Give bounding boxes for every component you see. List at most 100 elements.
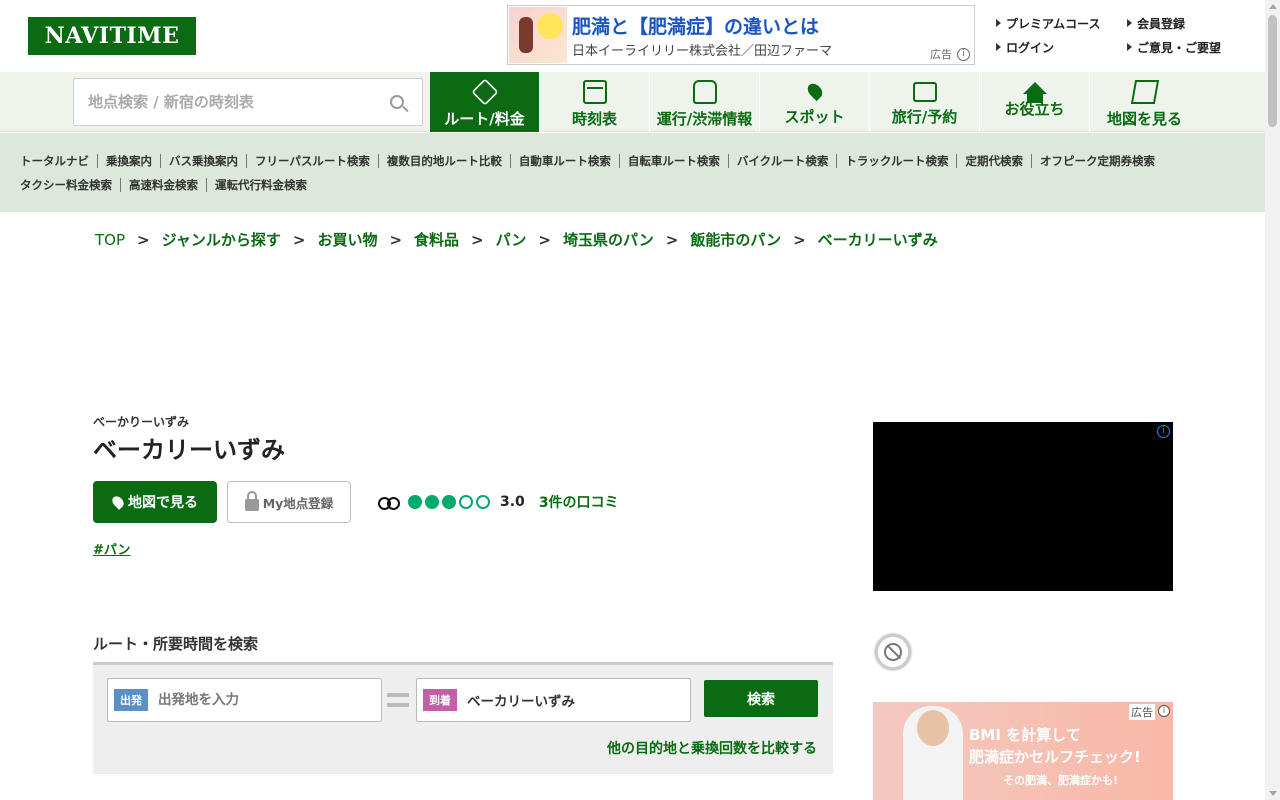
site-header: NAVITIME 肥満と【肥満症】の違いとは 日本イーライリリー株式会社／田辺フ… bbox=[0, 0, 1265, 72]
ad-doctor-image bbox=[903, 706, 963, 800]
ad-label: 広告 bbox=[1129, 704, 1155, 720]
sub-navigation: トータルナビ 乗換案内 バス乗換案内 フリーパスルート検索 複数目的地ルート比較… bbox=[0, 133, 1265, 212]
rating-bubble bbox=[408, 495, 422, 509]
video-ad[interactable]: i bbox=[873, 422, 1173, 591]
sublinks-row-1: トータルナビ 乗換案内 バス乗換案内 フリーパスルート検索 複数目的地ルート比較… bbox=[20, 154, 1163, 168]
breadcrumb-separator: > bbox=[471, 230, 484, 249]
banner-ad[interactable]: 肥満と【肥満症】の違いとは 日本イーライリリー株式会社／田辺ファーマ 広告 i bbox=[507, 5, 975, 65]
tripadvisor-rating[interactable]: 3.0 3件の口コミ bbox=[378, 492, 619, 512]
arrival-badge: 到着 bbox=[423, 689, 457, 711]
sublink-bicycle-route[interactable]: 自転車ルート検索 bbox=[618, 154, 728, 168]
map-pin-icon bbox=[110, 494, 126, 510]
lock-icon bbox=[244, 491, 259, 511]
sublink-bike-route[interactable]: バイクルート検索 bbox=[727, 154, 836, 168]
breadcrumb-separator: > bbox=[389, 230, 403, 249]
sublink-multi-destination[interactable]: 複数目的地ルート比較 bbox=[377, 154, 510, 168]
breadcrumb-item[interactable]: 埼玉県のパン bbox=[563, 229, 654, 250]
ad-label: 広告 bbox=[930, 48, 952, 61]
sublink-offpeak-pass[interactable]: オフピーク定期券検索 bbox=[1030, 154, 1163, 168]
departure-field[interactable]: 出発 bbox=[107, 678, 382, 722]
tab-route-fare[interactable]: ルート/料金 bbox=[429, 72, 539, 132]
place-search-box[interactable] bbox=[73, 78, 423, 126]
premium-course-link[interactable]: プレミアムコース bbox=[994, 15, 1101, 32]
tab-timetable[interactable]: 時刻表 bbox=[539, 72, 649, 132]
compare-destinations-link[interactable]: 他の目的地と乗換回数を比較する bbox=[607, 738, 817, 758]
spot-pin-icon bbox=[804, 80, 825, 102]
tab-label: 時刻表 bbox=[571, 110, 617, 128]
ad-advertiser: 日本イーライリリー株式会社／田辺ファーマ bbox=[572, 44, 833, 59]
tab-traffic[interactable]: 運行/渋滞情報 bbox=[649, 72, 759, 132]
ad-thumbnail bbox=[509, 7, 567, 63]
sublink-bus-transfer[interactable]: バス乗換案内 bbox=[160, 154, 246, 168]
scrollbar-thumb[interactable] bbox=[1268, 15, 1277, 127]
breadcrumb-item[interactable]: お買い物 bbox=[317, 229, 377, 250]
breadcrumb-item[interactable]: ベーカリーいずみ bbox=[818, 229, 938, 250]
page-scrollbar[interactable] bbox=[1265, 0, 1280, 800]
side-ad-line2: 肥満症かセルフチェック! bbox=[969, 748, 1141, 766]
breadcrumb-item[interactable]: 飯能市のパン bbox=[690, 229, 781, 250]
login-link[interactable]: ログイン bbox=[994, 39, 1054, 56]
sublink-car-route[interactable]: 自動車ルート検索 bbox=[509, 154, 619, 168]
breadcrumb-item[interactable]: TOP bbox=[95, 231, 125, 249]
route-search-button[interactable]: 検索 bbox=[704, 680, 818, 717]
search-icon[interactable] bbox=[390, 95, 404, 109]
rating-bubble bbox=[442, 495, 456, 509]
tab-label: 運行/渋滞情報 bbox=[656, 110, 753, 128]
route-search-panel: 出発 到着 検索 他の目的地と乗換回数を比較する bbox=[93, 662, 833, 774]
member-register-link[interactable]: 会員登録 bbox=[1125, 15, 1185, 32]
route-search-heading: ルート・所要時間を検索 bbox=[93, 635, 259, 653]
tab-spot[interactable]: スポット bbox=[759, 72, 869, 132]
route-icon bbox=[470, 78, 499, 106]
scroll-up-arrow-icon[interactable] bbox=[1269, 4, 1277, 9]
feedback-link[interactable]: ご意見・ご要望 bbox=[1125, 39, 1221, 56]
sublink-transfer[interactable]: 乗換案内 bbox=[97, 154, 160, 168]
breadcrumb: TOP > ジャンルから探す > お買い物 > 食料品 > パン > 埼玉県のパン > 飯能市のパン > ベ… bbox=[95, 229, 938, 250]
swap-icon[interactable] bbox=[387, 691, 411, 709]
departure-badge: 出発 bbox=[114, 689, 148, 711]
sublink-truck-route[interactable]: トラックルート検索 bbox=[836, 154, 956, 168]
side-banner-ad[interactable]: BMI を計算して 肥満症かセルフチェック! その肥満、肥満症かも! 広告 i bbox=[873, 702, 1173, 800]
scroll-down-arrow-icon[interactable] bbox=[1269, 791, 1277, 796]
place-search-input[interactable] bbox=[88, 89, 378, 115]
breadcrumb-item[interactable]: ジャンルから探す bbox=[162, 229, 281, 250]
arrival-input[interactable] bbox=[467, 692, 677, 708]
map-icon bbox=[1130, 80, 1159, 104]
mute-button[interactable] bbox=[875, 634, 911, 670]
breadcrumb-item[interactable]: 食料品 bbox=[414, 229, 459, 250]
arrival-field[interactable]: 到着 bbox=[416, 678, 691, 722]
sublink-freepass[interactable]: フリーパスルート検索 bbox=[246, 154, 378, 168]
tab-label: スポット bbox=[784, 108, 845, 126]
sublink-taxi-fare[interactable]: タクシー料金検索 bbox=[20, 178, 120, 192]
sublink-designated-driver[interactable]: 運転代行料金検索 bbox=[206, 178, 315, 192]
sublink-commuter-pass[interactable]: 定期代検索 bbox=[956, 154, 1031, 168]
ad-headline[interactable]: 肥満と【肥満症】の違いとは bbox=[572, 12, 819, 39]
tab-travel[interactable]: 旅行/予約 bbox=[869, 72, 979, 132]
tab-label: 旅行/予約 bbox=[891, 108, 958, 126]
ad-info-icon[interactable]: i bbox=[1157, 425, 1170, 438]
breadcrumb-separator: > bbox=[137, 230, 150, 249]
timetable-icon bbox=[582, 80, 607, 104]
rating-bubble bbox=[459, 495, 473, 509]
travel-bag-icon bbox=[912, 82, 937, 102]
ad-info-icon[interactable]: i bbox=[1158, 705, 1170, 717]
register-my-spot-button[interactable]: My地点登録 bbox=[227, 481, 351, 523]
breadcrumb-item[interactable]: パン bbox=[496, 229, 527, 250]
navitime-logo[interactable]: NAVITIME bbox=[28, 17, 196, 55]
sublink-total-navi[interactable]: トータルナビ bbox=[20, 154, 97, 168]
tab-useful[interactable]: お役立ち bbox=[979, 72, 1089, 132]
ad-info-icon[interactable]: i bbox=[957, 48, 970, 61]
departure-input[interactable] bbox=[158, 692, 368, 708]
review-count-link[interactable]: 3件の口コミ bbox=[539, 492, 619, 512]
tab-label: 地図を見る bbox=[1106, 110, 1182, 128]
genre-tag-link[interactable]: #パン bbox=[93, 539, 131, 558]
rating-score: 3.0 bbox=[500, 494, 525, 510]
register-my-spot-label: My地点登録 bbox=[262, 495, 334, 511]
rating-bubbles bbox=[408, 495, 490, 509]
breadcrumb-separator: > bbox=[292, 230, 306, 249]
tab-label: ルート/料金 bbox=[444, 110, 525, 128]
tab-map[interactable]: 地図を見る bbox=[1089, 72, 1199, 132]
sublink-highway-fare[interactable]: 高速料金検索 bbox=[120, 178, 206, 192]
place-kana: べーかりーいずみ bbox=[93, 415, 190, 429]
view-on-map-button[interactable]: 地図で見る bbox=[93, 481, 217, 523]
speaker-muted-icon bbox=[884, 643, 902, 661]
